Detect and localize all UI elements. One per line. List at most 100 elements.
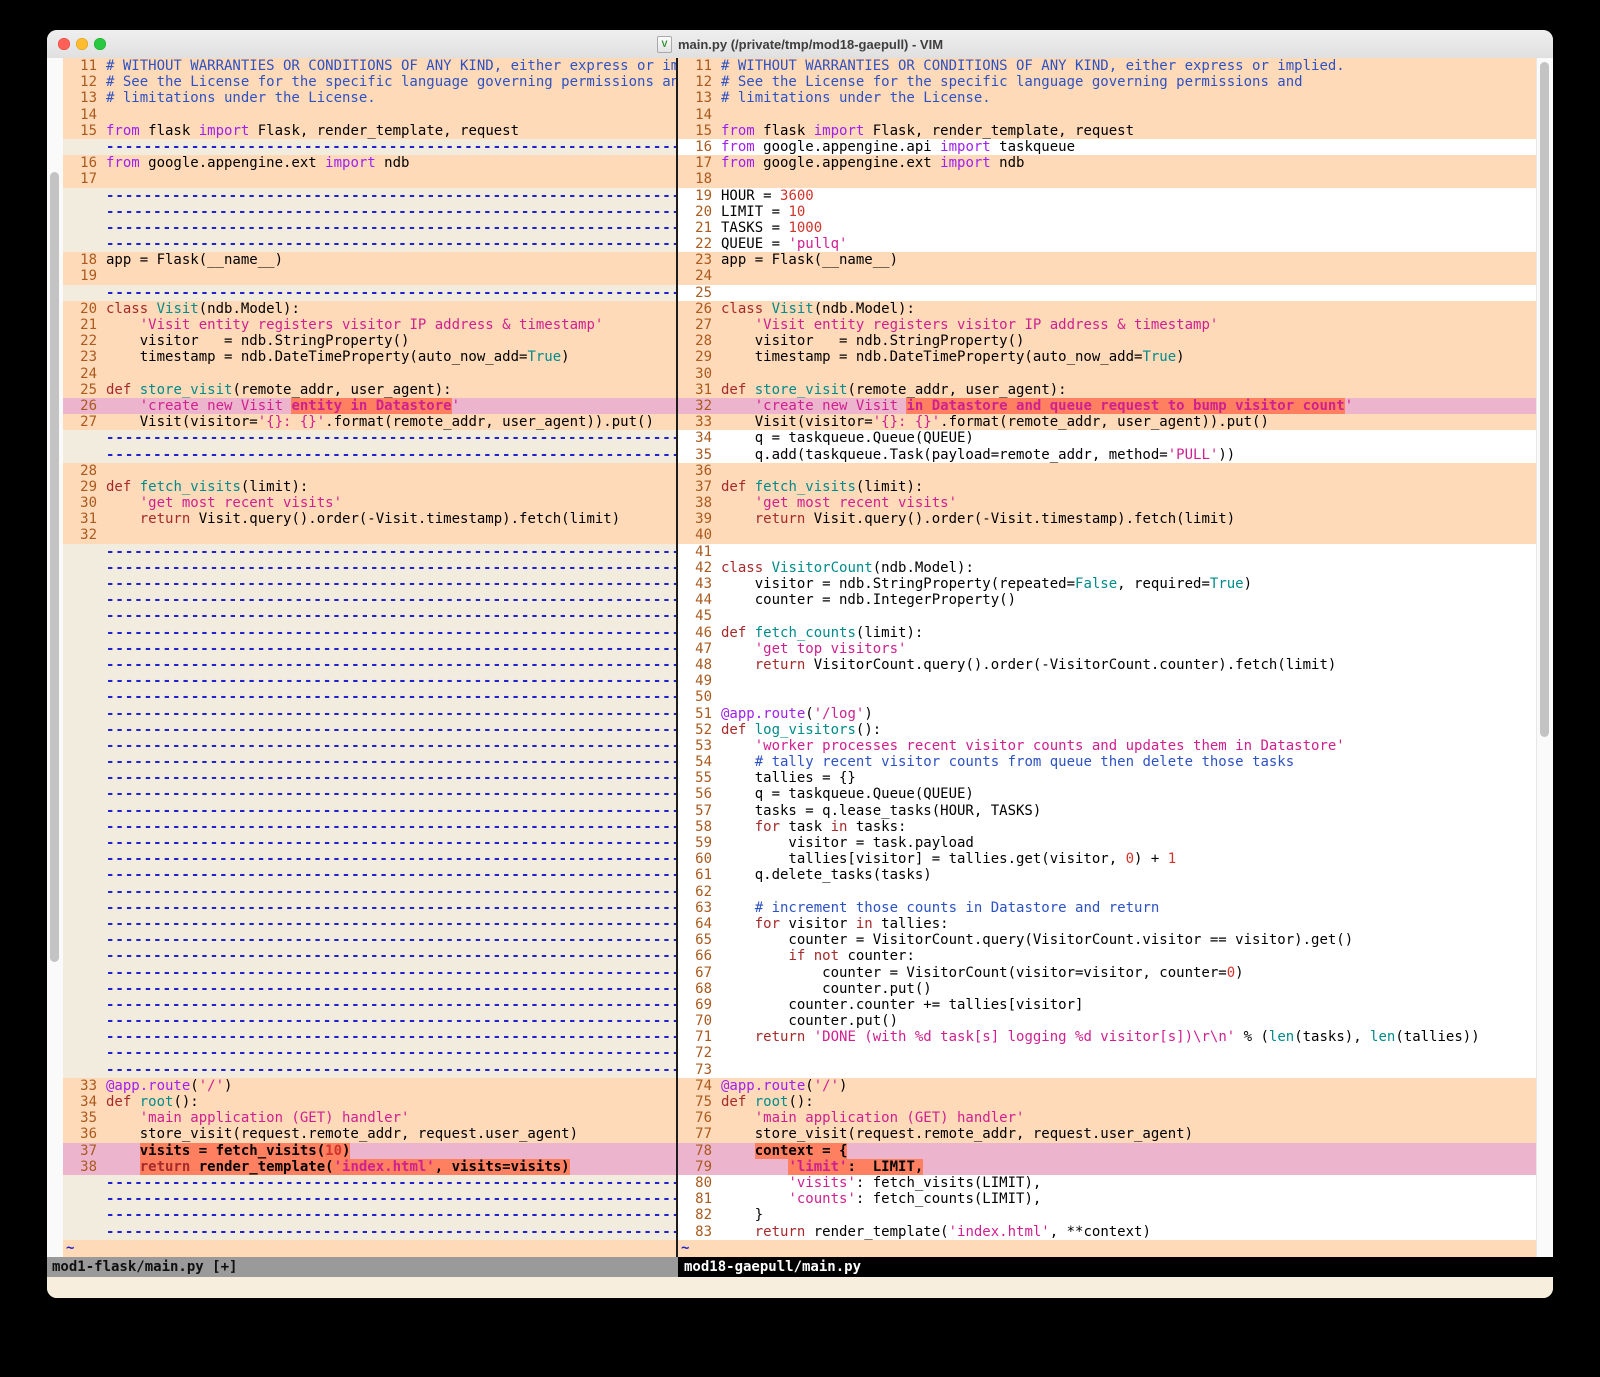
code-line[interactable]: 78 context = { bbox=[678, 1143, 1537, 1159]
code-line[interactable]: 36 bbox=[678, 463, 1537, 479]
code-line[interactable]: 58 for task in tasks: bbox=[678, 819, 1537, 835]
code-line[interactable]: 18app = Flask(__name__) bbox=[63, 252, 676, 268]
code-line[interactable]: 73 bbox=[678, 1062, 1537, 1078]
code-line[interactable]: 22QUEUE = 'pullq' bbox=[678, 236, 1537, 252]
code-line[interactable]: 42class VisitorCount(ndb.Model): bbox=[678, 560, 1537, 576]
scrollbar-thumb-right[interactable] bbox=[1540, 62, 1549, 737]
code-line[interactable]: 27 'Visit entity registers visitor IP ad… bbox=[678, 317, 1537, 333]
code-line[interactable]: 37def fetch_visits(limit): bbox=[678, 479, 1537, 495]
code-line[interactable]: 28 bbox=[63, 463, 676, 479]
code-line[interactable]: 33@app.route('/') bbox=[63, 1078, 676, 1094]
code-line[interactable]: 19HOUR = 3600 bbox=[678, 188, 1537, 204]
code-line[interactable]: 41 bbox=[678, 544, 1537, 560]
scrollbar-track-left[interactable] bbox=[47, 58, 64, 1257]
code-line[interactable]: 25 bbox=[678, 285, 1537, 301]
code-line[interactable]: 74@app.route('/') bbox=[678, 1078, 1537, 1094]
code-line[interactable]: 66 if not counter: bbox=[678, 948, 1537, 964]
scrollbar-track-right[interactable] bbox=[1536, 58, 1553, 1257]
editor-pane-left[interactable]: 11# WITHOUT WARRANTIES OR CONDITIONS OF … bbox=[63, 58, 676, 1257]
code-line[interactable]: 35 'main application (GET) handler' bbox=[63, 1110, 676, 1126]
code-line[interactable]: 31def store_visit(remote_addr, user_agen… bbox=[678, 382, 1537, 398]
code-line[interactable]: 71 return 'DONE (with %d task[s] logging… bbox=[678, 1029, 1537, 1045]
code-line[interactable]: 19 bbox=[63, 268, 676, 284]
code-line[interactable]: 53 'worker processes recent visitor coun… bbox=[678, 738, 1537, 754]
code-line[interactable]: 24 bbox=[63, 366, 676, 382]
code-line[interactable]: 43 visitor = ndb.StringProperty(repeated… bbox=[678, 576, 1537, 592]
code-line[interactable]: 16from google.appengine.ext import ndb bbox=[63, 155, 676, 171]
code-line[interactable]: 37 visits = fetch_visits(10) bbox=[63, 1143, 676, 1159]
code-line[interactable]: 21TASKS = 1000 bbox=[678, 220, 1537, 236]
code-line[interactable]: 40 bbox=[678, 527, 1537, 543]
code-line[interactable]: 13# limitations under the License. bbox=[63, 90, 676, 106]
statusline-left[interactable]: mod1-flask/main.py [+] bbox=[47, 1257, 681, 1277]
code-line[interactable]: 69 counter.counter += tallies[visitor] bbox=[678, 997, 1537, 1013]
code-line[interactable]: 62 bbox=[678, 884, 1537, 900]
code-line[interactable]: 21 'Visit entity registers visitor IP ad… bbox=[63, 317, 676, 333]
code-line[interactable]: 67 counter = VisitorCount(visitor=visito… bbox=[678, 965, 1537, 981]
code-line[interactable]: 12# See the License for the specific lan… bbox=[678, 74, 1537, 90]
code-line[interactable]: 39 return Visit.query().order(-Visit.tim… bbox=[678, 511, 1537, 527]
code-line[interactable]: 61 q.delete_tasks(tasks) bbox=[678, 867, 1537, 883]
code-line[interactable]: 16from google.appengine.api import taskq… bbox=[678, 139, 1537, 155]
code-line[interactable]: 35 q.add(taskqueue.Task(payload=remote_a… bbox=[678, 447, 1537, 463]
code-line[interactable]: 76 'main application (GET) handler' bbox=[678, 1110, 1537, 1126]
code-line[interactable]: 33 Visit(visitor='{}: {}'.format(remote_… bbox=[678, 414, 1537, 430]
code-line[interactable]: 60 tallies[visitor] = tallies.get(visito… bbox=[678, 851, 1537, 867]
code-line[interactable]: 56 q = taskqueue.Queue(QUEUE) bbox=[678, 786, 1537, 802]
code-line[interactable]: 31 return Visit.query().order(-Visit.tim… bbox=[63, 511, 676, 527]
code-line[interactable]: 59 visitor = task.payload bbox=[678, 835, 1537, 851]
code-line[interactable]: 65 counter = VisitorCount.query(VisitorC… bbox=[678, 932, 1537, 948]
code-line[interactable]: 18 bbox=[678, 171, 1537, 187]
code-line[interactable]: 38 return render_template('index.html', … bbox=[63, 1159, 676, 1175]
code-line[interactable]: 15from flask import Flask, render_templa… bbox=[63, 123, 676, 139]
code-line[interactable]: 72 bbox=[678, 1045, 1537, 1061]
code-line[interactable]: 32 'create new Visit in Datastore and qu… bbox=[678, 398, 1537, 414]
code-line[interactable]: 26 'create new Visit entity in Datastore… bbox=[63, 398, 676, 414]
code-line[interactable]: 50 bbox=[678, 689, 1537, 705]
code-line[interactable]: 77 store_visit(request.remote_addr, requ… bbox=[678, 1126, 1537, 1142]
code-line[interactable]: 13# limitations under the License. bbox=[678, 90, 1537, 106]
code-line[interactable]: 68 counter.put() bbox=[678, 981, 1537, 997]
code-line[interactable]: 30 'get most recent visits' bbox=[63, 495, 676, 511]
code-line[interactable]: 30 bbox=[678, 366, 1537, 382]
code-line[interactable]: 83 return render_template('index.html', … bbox=[678, 1224, 1537, 1240]
code-line[interactable]: 57 tasks = q.lease_tasks(HOUR, TASKS) bbox=[678, 803, 1537, 819]
code-line[interactable]: 75def root(): bbox=[678, 1094, 1537, 1110]
code-line[interactable]: 44 counter = ndb.IntegerProperty() bbox=[678, 592, 1537, 608]
titlebar[interactable]: main.py (/private/tmp/mod18-gaepull) - V… bbox=[47, 30, 1553, 59]
code-line[interactable]: 17 bbox=[63, 171, 676, 187]
statusline-right[interactable]: mod18-gaepull/main.py bbox=[678, 1257, 1553, 1277]
code-line[interactable]: 24 bbox=[678, 268, 1537, 284]
code-line[interactable]: 80 'visits': fetch_visits(LIMIT), bbox=[678, 1175, 1537, 1191]
editor-pane-right[interactable]: 11# WITHOUT WARRANTIES OR CONDITIONS OF … bbox=[678, 58, 1537, 1257]
code-line[interactable]: 48 return VisitorCount.query().order(-Vi… bbox=[678, 657, 1537, 673]
code-line[interactable]: 25def store_visit(remote_addr, user_agen… bbox=[63, 382, 676, 398]
code-line[interactable]: 28 visitor = ndb.StringProperty() bbox=[678, 333, 1537, 349]
code-line[interactable]: 23app = Flask(__name__) bbox=[678, 252, 1537, 268]
code-line[interactable]: 20class Visit(ndb.Model): bbox=[63, 301, 676, 317]
code-line[interactable]: 38 'get most recent visits' bbox=[678, 495, 1537, 511]
code-line[interactable]: 63 # increment those counts in Datastore… bbox=[678, 900, 1537, 916]
code-line[interactable]: 79 'limit': LIMIT, bbox=[678, 1159, 1537, 1175]
code-line[interactable]: 29def fetch_visits(limit): bbox=[63, 479, 676, 495]
code-line[interactable]: 12# See the License for the specific lan… bbox=[63, 74, 676, 90]
code-line[interactable]: 70 counter.put() bbox=[678, 1013, 1537, 1029]
scrollbar-thumb-left[interactable] bbox=[50, 172, 59, 962]
code-line[interactable]: 81 'counts': fetch_counts(LIMIT), bbox=[678, 1191, 1537, 1207]
code-line[interactable]: 47 'get top visitors' bbox=[678, 641, 1537, 657]
code-line[interactable]: 52def log_visitors(): bbox=[678, 722, 1537, 738]
code-line[interactable]: 32 bbox=[63, 527, 676, 543]
code-line[interactable]: 64 for visitor in tallies: bbox=[678, 916, 1537, 932]
code-line[interactable]: 34 q = taskqueue.Queue(QUEUE) bbox=[678, 430, 1537, 446]
code-line[interactable]: 49 bbox=[678, 673, 1537, 689]
code-line[interactable]: 20LIMIT = 10 bbox=[678, 204, 1537, 220]
code-line[interactable]: 15from flask import Flask, render_templa… bbox=[678, 123, 1537, 139]
code-line[interactable]: 46def fetch_counts(limit): bbox=[678, 625, 1537, 641]
code-line[interactable]: 82 } bbox=[678, 1207, 1537, 1223]
code-line[interactable]: 34def root(): bbox=[63, 1094, 676, 1110]
code-line[interactable]: 14 bbox=[63, 107, 676, 123]
code-line[interactable]: 54 # tally recent visitor counts from qu… bbox=[678, 754, 1537, 770]
code-line[interactable]: 26class Visit(ndb.Model): bbox=[678, 301, 1537, 317]
code-line[interactable]: 14 bbox=[678, 107, 1537, 123]
code-line[interactable]: 11# WITHOUT WARRANTIES OR CONDITIONS OF … bbox=[678, 58, 1537, 74]
